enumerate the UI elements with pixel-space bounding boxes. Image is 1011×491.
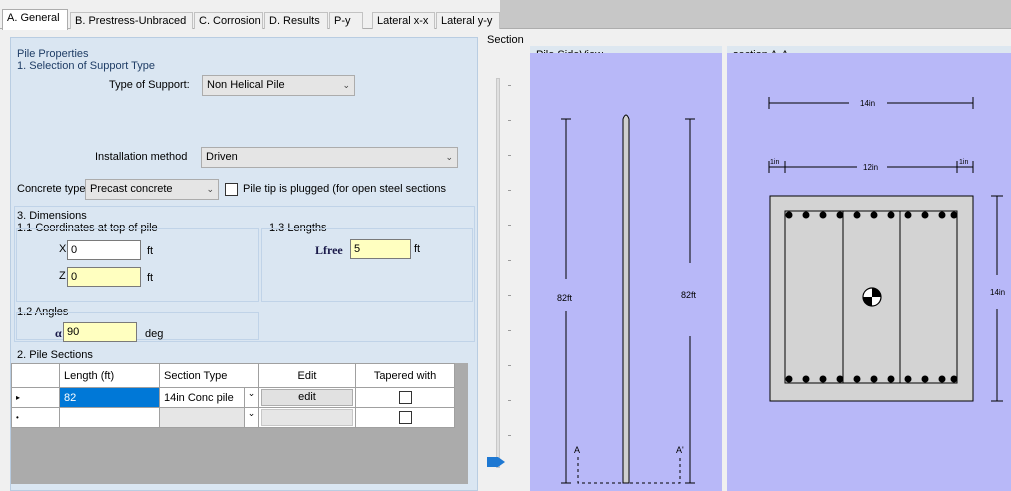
lfree-unit: ft: [414, 243, 421, 255]
pile-tip-plugged-checkbox[interactable]: [225, 183, 238, 196]
section-label: Section: [487, 34, 524, 46]
installation-method-value: Driven: [206, 151, 238, 163]
column-header-length[interactable]: Length (ft): [59, 363, 160, 388]
length-cell[interactable]: 82: [59, 387, 160, 408]
slider-tick: [508, 330, 511, 331]
column-header-section-type[interactable]: Section Type: [159, 363, 259, 388]
section-slider-thumb[interactable]: [487, 457, 505, 467]
chevron-down-icon: ⌄: [206, 184, 214, 194]
tab-results[interactable]: D. Results: [264, 12, 328, 29]
slider-tick: [508, 400, 511, 401]
inner-width-label: 12in: [863, 163, 878, 172]
section-slider-panel: Section: [483, 30, 529, 491]
edit-button[interactable]: edit: [261, 389, 353, 406]
pile-sections-table: Length (ft) Section Type Edit Tapered wi…: [11, 363, 455, 428]
length-cell[interactable]: [59, 407, 160, 428]
section-slider-track[interactable]: [496, 78, 500, 468]
column-header-edit[interactable]: Edit: [258, 363, 356, 388]
slider-tick: [508, 155, 511, 156]
left-cover-label: 1in: [770, 159, 779, 166]
slider-tick: [508, 85, 511, 86]
pile-properties-title: Pile Properties: [17, 48, 89, 60]
dimensions-title: 3. Dimensions: [17, 210, 87, 222]
tab-general[interactable]: A. General: [2, 9, 68, 30]
alpha-unit: deg: [145, 328, 164, 340]
tab-strip: A. General B. Prestress-Unbraced C. Corr…: [0, 0, 1011, 30]
chevron-down-icon: ⌄: [445, 152, 453, 162]
x-label: X: [59, 243, 67, 255]
centroid-icon: [862, 287, 882, 307]
concrete-type-select[interactable]: Precast concrete ⌄: [85, 179, 219, 200]
support-type-section-title: 1. Selection of Support Type: [17, 60, 155, 72]
section-type-cell[interactable]: ⌄: [159, 407, 259, 428]
right-height-label: 14in: [990, 288, 1005, 297]
table-row-new[interactable]: • ⌄: [11, 407, 455, 428]
z-unit: ft: [147, 272, 154, 284]
concrete-type-label: Concrete type: [17, 183, 86, 195]
section-type-cell[interactable]: 14in Conc pile ⌄: [159, 387, 259, 408]
angles-group: [16, 312, 259, 340]
right-length-label: 82ft: [681, 290, 697, 300]
top-width-label: 14in: [860, 99, 875, 108]
installation-method-select[interactable]: Driven ⌄: [201, 147, 458, 168]
section-type-value: 14in Conc pile: [164, 391, 234, 404]
slider-tick: [508, 365, 511, 366]
concrete-type-value: Precast concrete: [90, 183, 173, 195]
tapered-with-checkbox[interactable]: [398, 411, 412, 424]
edit-cell[interactable]: [258, 407, 356, 428]
alpha-input[interactable]: 90: [63, 322, 137, 342]
x-coordinate-input[interactable]: 0: [67, 240, 141, 260]
installation-method-label: Installation method: [95, 151, 188, 163]
section-aa-canvas: 14in 1in 12in 1in 14in: [727, 53, 1011, 491]
tab-strip-background: [500, 0, 1011, 28]
right-height-dimension: [991, 195, 1003, 402]
type-of-support-value: Non Helical Pile: [207, 79, 285, 91]
slider-tick: [508, 435, 511, 436]
chevron-down-icon[interactable]: ⌄: [244, 408, 258, 427]
pile-side-view-canvas: 82ft 82ft A A': [530, 53, 722, 491]
column-header-row-marker: [11, 363, 60, 388]
row-selector-icon[interactable]: ▸: [11, 387, 60, 408]
table-row[interactable]: ▸ 82 14in Conc pile ⌄ edit: [11, 387, 455, 408]
column-header-tapered-with[interactable]: Tapered with: [355, 363, 455, 388]
pile-tip-plugged-label: Pile tip is plugged (for open steel sect…: [243, 183, 447, 195]
lfree-input[interactable]: 5: [350, 239, 411, 259]
chevron-down-icon[interactable]: ⌄: [244, 388, 258, 407]
pile-sections-title: 2. Pile Sections: [17, 349, 93, 361]
chevron-down-icon: ⌄: [342, 80, 350, 90]
new-row-icon[interactable]: •: [11, 407, 60, 428]
lfree-label: Lfree: [315, 243, 343, 257]
slider-tick: [508, 120, 511, 121]
section-label-a-prime: A': [676, 445, 684, 455]
pile-shape: [622, 114, 630, 484]
tab-lateral-y-y[interactable]: Lateral y-y: [436, 12, 500, 29]
x-unit: ft: [147, 245, 154, 257]
tab-lateral-x-x[interactable]: Lateral x-x: [372, 12, 435, 29]
z-label: Z: [59, 270, 66, 282]
tapered-with-cell[interactable]: [355, 387, 455, 408]
z-coordinate-input[interactable]: 0: [67, 267, 141, 287]
type-of-support-select[interactable]: Non Helical Pile ⌄: [202, 75, 355, 96]
general-panel: Pile Properties 1. Selection of Support …: [0, 30, 483, 491]
tapered-with-checkbox[interactable]: [398, 391, 412, 404]
edit-cell[interactable]: edit: [258, 387, 356, 408]
slider-tick: [508, 295, 511, 296]
table-header-row: Length (ft) Section Type Edit Tapered wi…: [11, 363, 455, 388]
tapered-with-cell[interactable]: [355, 407, 455, 428]
slider-tick: [508, 190, 511, 191]
edit-button-disabled: [261, 409, 353, 426]
alpha-label: α: [55, 326, 62, 340]
type-of-support-label: Type of Support:: [109, 79, 190, 91]
tab-corrosion[interactable]: C. Corrosion: [194, 12, 263, 29]
tab-prestress-unbraced[interactable]: B. Prestress-Unbraced: [70, 12, 193, 29]
pile-sections-grid[interactable]: Length (ft) Section Type Edit Tapered wi…: [11, 363, 468, 484]
slider-tick: [508, 225, 511, 226]
left-length-label: 82ft: [557, 293, 573, 303]
right-dimension-line: [685, 118, 695, 484]
right-cover-label: 1in: [959, 159, 968, 166]
tab-p-y[interactable]: P-y: [329, 12, 363, 29]
section-label-a: A: [574, 445, 580, 455]
slider-tick: [508, 260, 511, 261]
